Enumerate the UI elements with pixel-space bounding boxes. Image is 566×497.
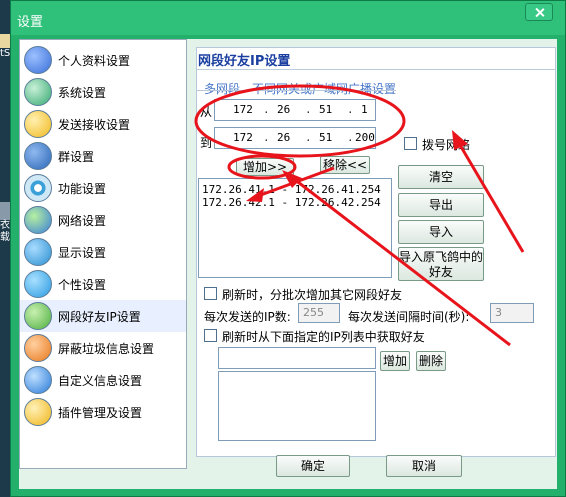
refresh-batch-checkbox[interactable] xyxy=(204,287,217,300)
ip-range-list[interactable]: 172.26.41.1 - 172.26.41.254 172.26.42.1 … xyxy=(198,178,392,278)
to-label: 到 xyxy=(200,136,213,150)
ip-entry-input[interactable] xyxy=(218,347,376,369)
refresh-batch-label: 刷新时，分批次增加其它网段好友 xyxy=(222,288,403,302)
refresh-list-label: 刷新时从下面指定的IP列表中获取好友 xyxy=(222,330,425,344)
group-divider xyxy=(196,90,396,91)
tab-wan-broadcast[interactable]: 不同网关或广域网广播设置 xyxy=(252,80,396,97)
ip-dot: . xyxy=(305,103,312,116)
interval-value: 3 xyxy=(495,306,502,319)
from-ip-octet-2: 26 xyxy=(277,103,291,116)
from-ip-input[interactable]: 172 . 26 . 51 . 1 xyxy=(214,99,376,121)
ip-dot: . xyxy=(263,131,270,144)
from-label: 从 xyxy=(200,105,213,119)
ip-dot: . xyxy=(263,103,270,116)
from-ip-octet-4: 1 xyxy=(361,103,368,116)
refresh-list-checkbox[interactable] xyxy=(204,329,217,342)
import-button[interactable]: 导入 xyxy=(398,220,484,244)
from-ip-octet-1: 172 xyxy=(233,103,253,116)
list-item[interactable]: 172.26.42.1 - 172.26.42.254 xyxy=(202,196,381,209)
export-button[interactable]: 导出 xyxy=(398,193,484,217)
remove-range-button[interactable]: 移除<< xyxy=(320,156,370,174)
per-send-ip-label: 每次发送的IP数: xyxy=(204,310,291,324)
interval-input[interactable]: 3 xyxy=(490,303,534,323)
ip-dot: . xyxy=(347,103,354,116)
dialup-label: 拨号网络 xyxy=(422,138,471,152)
ok-button[interactable]: 确定 xyxy=(276,455,350,477)
interval-label: 每次发送间隔时间(秒): xyxy=(348,310,470,324)
clear-button[interactable]: 清空 xyxy=(398,165,484,189)
ip-list[interactable] xyxy=(218,371,376,441)
panel-contents: 多网段 不同网关或广域网广播设置 从 172 . 26 . 51 . 1 到 1… xyxy=(0,0,566,497)
to-ip-octet-1: 172 xyxy=(233,131,253,144)
dialup-checkbox[interactable] xyxy=(404,137,417,150)
list-item[interactable]: 172.26.41.1 - 172.26.41.254 xyxy=(202,183,381,196)
ip-dot: . xyxy=(347,131,354,144)
add-range-button[interactable]: 增加>> xyxy=(236,158,294,176)
tab-multi-subnet[interactable]: 多网段 xyxy=(204,80,240,97)
to-ip-octet-4: 200 xyxy=(355,131,375,144)
cancel-button[interactable]: 取消 xyxy=(386,455,462,477)
ip-dot: . xyxy=(305,131,312,144)
from-ip-octet-3: 51 xyxy=(319,103,333,116)
to-ip-octet-3: 51 xyxy=(319,131,333,144)
to-ip-octet-2: 26 xyxy=(277,131,291,144)
to-ip-input[interactable]: 172 . 26 . 51 . 200 xyxy=(214,127,376,149)
add-ip-button[interactable]: 增加 xyxy=(380,351,410,371)
per-send-ip-input[interactable]: 255 xyxy=(298,303,340,323)
import-feige-button[interactable]: 导入原飞鸽中的好友 xyxy=(398,247,484,281)
per-send-ip-value: 255 xyxy=(303,306,324,319)
delete-ip-button[interactable]: 删除 xyxy=(416,351,446,371)
